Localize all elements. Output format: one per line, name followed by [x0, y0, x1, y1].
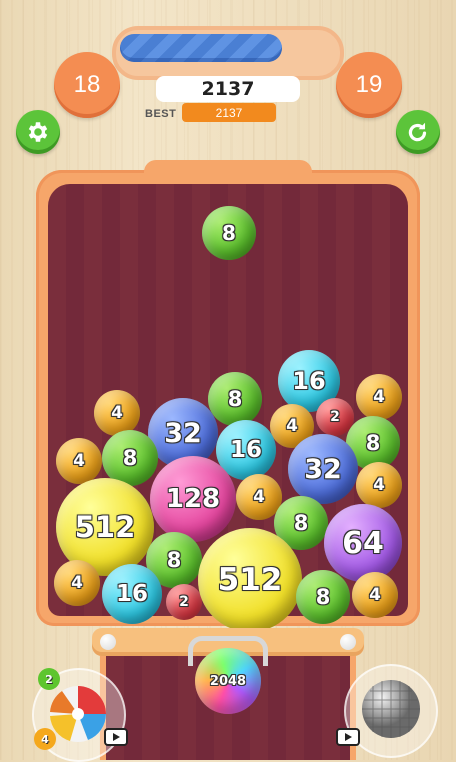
beach-ball-count-bottom: 4 [34, 728, 56, 750]
play-icon [113, 733, 120, 741]
watch-ad-button-left[interactable] [104, 728, 128, 746]
watch-ad-button-right[interactable] [336, 728, 360, 746]
best-score: 2137 [182, 103, 276, 122]
ball-4: 4 [56, 438, 102, 484]
current-level-badge: 18 [54, 52, 120, 118]
disco-ball-icon [362, 680, 420, 738]
ball-128: 128 [150, 456, 236, 542]
ball-32: 32 [288, 434, 358, 504]
restart-icon [408, 122, 427, 142]
ball-4: 4 [356, 374, 402, 420]
ball-4: 4 [352, 572, 398, 618]
best-label: BEST [145, 108, 177, 120]
level-progress-fill [120, 34, 282, 62]
settings-button[interactable] [16, 110, 60, 154]
beach-ball-count-top: 2 [38, 668, 60, 690]
drop-ball[interactable]: 8 [202, 206, 256, 260]
ball-16: 16 [102, 564, 162, 624]
ball-4: 4 [94, 390, 140, 436]
next-ball[interactable]: 2048 [195, 648, 261, 714]
score-display: 2137 [156, 76, 300, 102]
ball-512: 512 [198, 528, 302, 632]
play-icon [345, 733, 352, 741]
ball-4: 4 [356, 462, 402, 508]
restart-button[interactable] [396, 110, 440, 154]
ball-4: 4 [54, 560, 100, 606]
right-peg [340, 634, 356, 650]
beach-ball-icon [50, 686, 106, 742]
ball-64: 64 [324, 504, 402, 582]
next-level-badge: 19 [336, 52, 402, 118]
ball-8: 8 [296, 570, 350, 624]
ball-2: 2 [166, 584, 202, 620]
gear-icon [28, 122, 48, 142]
left-peg [100, 634, 116, 650]
ball-8: 8 [208, 372, 262, 426]
level-progress-bar [112, 26, 344, 80]
